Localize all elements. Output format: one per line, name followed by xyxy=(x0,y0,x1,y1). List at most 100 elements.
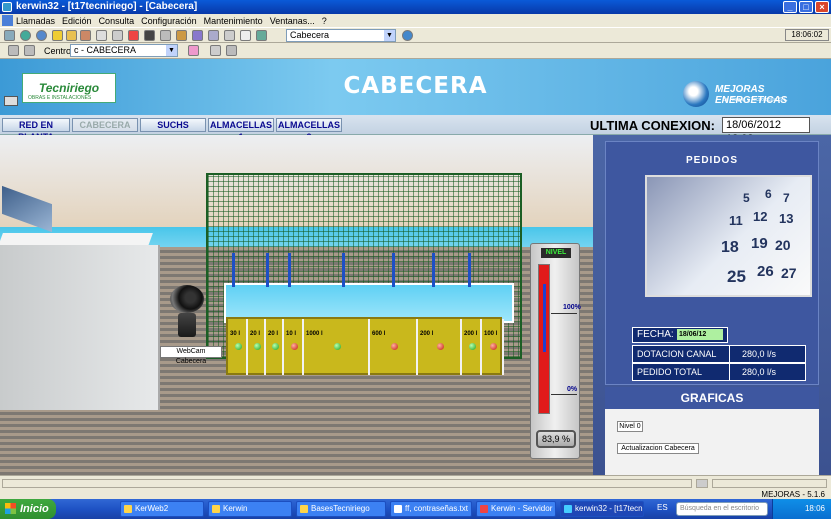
tank-status-lamp xyxy=(390,343,398,350)
tank-label: 30 l xyxy=(230,331,241,337)
table-row: DOTACION CANAL 280,0 l/s xyxy=(632,345,806,363)
graficas-title: GRAFICAS xyxy=(605,387,819,409)
tank-status-lamp xyxy=(468,343,476,350)
tank-status-lamp xyxy=(333,343,341,350)
actualizacion-cabecera-button[interactable]: Actualizacion Cabecera xyxy=(617,443,699,454)
globe-icon[interactable] xyxy=(20,30,31,41)
tank[interactable]: 20 l xyxy=(248,319,266,375)
config-icon[interactable] xyxy=(240,30,251,41)
pedidos-panel: PEDIDOS 5 6 7 11 12 13 18 19 20 25 26 27… xyxy=(593,135,831,475)
gauge-min-label: 0% xyxy=(567,386,578,393)
menu-configuracion[interactable]: Configuración xyxy=(141,16,197,26)
tab-suchs[interactable]: SUCHS xyxy=(140,118,206,132)
phone-icon[interactable] xyxy=(8,45,19,56)
mdi-window-icon[interactable] xyxy=(2,15,13,26)
tank[interactable]: 1000 l xyxy=(304,319,370,375)
tray-clock: 18:06 xyxy=(804,504,825,513)
close-button[interactable]: × xyxy=(815,1,829,13)
pole xyxy=(392,253,395,287)
wand-icon[interactable] xyxy=(188,45,199,56)
help-icon[interactable] xyxy=(256,30,267,41)
taskbar: Inicio KerWeb2 Kerwin BasesTecniriego ff… xyxy=(0,499,831,519)
tank[interactable]: 600 l xyxy=(370,319,418,375)
menu-mantenimiento[interactable]: Mantenimiento xyxy=(204,16,263,26)
menu-edicion[interactable]: Edición xyxy=(62,16,92,26)
tool-icon[interactable] xyxy=(52,30,63,41)
tank-label: 1000 l xyxy=(306,331,323,337)
shed xyxy=(0,245,160,410)
graficas-area: GRAFICAS Nivel 0 Actualizacion Cabecera xyxy=(605,387,819,475)
solar-panel xyxy=(2,185,52,233)
alarm-icon[interactable] xyxy=(66,30,77,41)
centros-select[interactable]: c - CABECERA ▼ xyxy=(70,44,178,57)
network-icon xyxy=(696,479,708,488)
calendar-image: 5 6 7 11 12 13 18 19 20 25 26 27 xyxy=(645,175,812,297)
tank-label: 20 l xyxy=(268,331,279,337)
chart-icon[interactable] xyxy=(80,30,91,41)
main-toolbar: Cabecera ▼ xyxy=(0,27,831,43)
trend-icon[interactable] xyxy=(96,30,107,41)
station-select[interactable]: Cabecera ▼ xyxy=(286,29,396,42)
task-contrasenas[interactable]: ff, contraseñas.txt ... xyxy=(390,501,472,517)
webcam-icon[interactable] xyxy=(166,285,206,337)
minimize-button[interactable]: _ xyxy=(783,1,797,13)
status-text: MEJORAS - 5.1.6 xyxy=(761,490,825,499)
app-icon xyxy=(2,2,12,12)
record-icon[interactable] xyxy=(128,30,139,41)
nivel-0-button[interactable]: Nivel 0 xyxy=(617,421,643,432)
menu-llamadas[interactable]: Llamadas xyxy=(16,16,55,26)
calendar-icon[interactable] xyxy=(208,30,219,41)
tank-status-lamp xyxy=(489,343,497,350)
tab-almacellas-2[interactable]: ALMACELLAS 2 xyxy=(276,118,342,142)
maximize-button[interactable]: □ xyxy=(799,1,813,13)
webcam-label[interactable]: WebCam Cabecera xyxy=(160,346,222,365)
swirl-logo-icon xyxy=(683,81,709,107)
desktop-search-input[interactable]: Búsqueda en el escritorio xyxy=(676,502,768,516)
task-kerwin-servidor[interactable]: Kerwin - Servidor de... xyxy=(476,501,556,517)
windows-icon[interactable] xyxy=(226,45,237,56)
pole xyxy=(342,253,345,287)
phone-hangup-icon[interactable] xyxy=(24,45,35,56)
tank[interactable]: 100 l xyxy=(482,319,504,375)
menu-help[interactable]: ? xyxy=(322,16,327,26)
tank[interactable]: 20 l xyxy=(266,319,284,375)
gauge-tube xyxy=(538,264,550,414)
menu-bar: Llamadas Edición Consulta Configuración … xyxy=(0,14,831,27)
task-kerwin[interactable]: Kerwin xyxy=(208,501,292,517)
start-button[interactable]: Inicio xyxy=(0,499,56,519)
window-title: kerwin32 - [t17tecniriego] - [Cabecera] xyxy=(16,1,198,12)
user-icon[interactable] xyxy=(192,30,203,41)
menu-ventanas[interactable]: Ventanas... xyxy=(270,16,315,26)
plant-scene: 30 l 20 l 20 l 10 l 1000 l 600 l 200 l 200 l 100… xyxy=(0,135,593,475)
system-tray: 18:06 xyxy=(772,499,831,519)
edit-icon[interactable] xyxy=(176,30,187,41)
tank-label: 10 l xyxy=(286,331,297,337)
connect-icon[interactable] xyxy=(402,30,413,41)
pole xyxy=(432,253,435,287)
tab-red-en-planta[interactable]: RED EN PLANTA xyxy=(2,118,70,142)
task-kerweb2[interactable]: KerWeb2 xyxy=(120,501,204,517)
tab-cabecera[interactable]: CABECERA xyxy=(72,118,138,132)
world-icon[interactable] xyxy=(36,30,47,41)
task-basestecniriego[interactable]: BasesTecniriego xyxy=(296,501,386,517)
pole xyxy=(288,253,291,287)
window-icon[interactable] xyxy=(210,45,221,56)
report-icon[interactable] xyxy=(160,30,171,41)
language-indicator[interactable]: ES xyxy=(657,503,668,512)
tank[interactable]: 200 l xyxy=(462,319,482,375)
tank-status-lamp xyxy=(436,343,444,350)
menu-consulta[interactable]: Consulta xyxy=(99,16,135,26)
tank-battery: 30 l 20 l 20 l 10 l 1000 l 600 l 200 l 200 l 100… xyxy=(226,317,504,375)
tank[interactable]: 30 l xyxy=(228,319,248,375)
gauge-max-label: 100% xyxy=(563,304,581,311)
tab-almacellas-1[interactable]: ALMACELLAS 1 xyxy=(208,118,274,142)
database-icon[interactable] xyxy=(144,30,155,41)
task-kerwin32[interactable]: kerwin32 - [t17tecni... xyxy=(560,501,644,517)
windows-flag-icon xyxy=(5,503,16,514)
tank[interactable]: 10 l xyxy=(284,319,304,375)
tank[interactable]: 200 l xyxy=(418,319,462,375)
dotacion-table: DOTACION CANAL 280,0 l/s PEDIDO TOTAL 28… xyxy=(632,345,806,381)
print-icon[interactable] xyxy=(224,30,235,41)
tank-status-lamp xyxy=(271,343,279,350)
list-icon[interactable] xyxy=(112,30,123,41)
